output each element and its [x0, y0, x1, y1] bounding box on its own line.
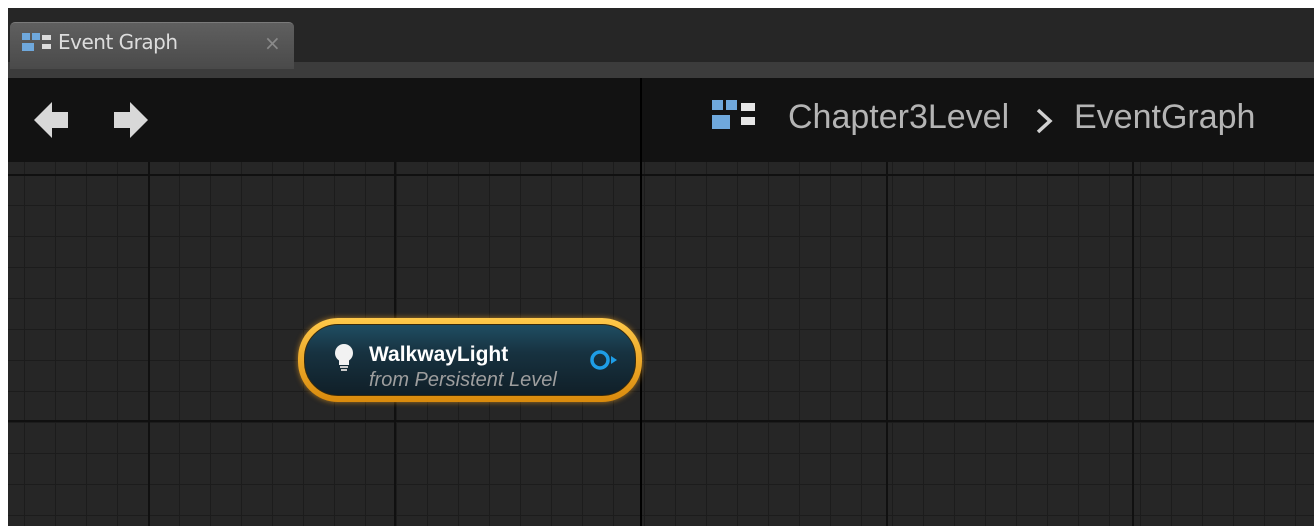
node-body: WalkwayLight from Persistent Level [304, 324, 636, 396]
event-graph-icon [712, 100, 755, 129]
graph-origin-axis [640, 78, 642, 526]
breadcrumb-item-graph[interactable]: EventGraph [1074, 98, 1255, 137]
lightbulb-icon [335, 344, 353, 371]
graph-toolbar: Chapter3Level EventGraph [8, 78, 1314, 162]
blueprint-editor-window: Event Graph × Chapter3Level EventGraph W… [8, 8, 1314, 526]
node-subtitle: from Persistent Level [369, 369, 557, 391]
tab-event-graph[interactable]: Event Graph × [10, 22, 294, 69]
object-pin-icon[interactable] [589, 347, 619, 373]
arrow-left-icon[interactable] [32, 98, 72, 142]
graph-canvas[interactable] [8, 162, 1314, 526]
tab-bar: Event Graph × [8, 8, 1314, 78]
tab-label: Event Graph [58, 30, 178, 54]
breadcrumb-item-level[interactable]: Chapter3Level [788, 98, 1009, 137]
node-title: WalkwayLight [369, 343, 509, 366]
arrow-right-icon[interactable] [110, 98, 150, 142]
chevron-right-icon [1036, 108, 1053, 134]
event-graph-icon [22, 33, 51, 51]
close-icon[interactable]: × [264, 31, 281, 55]
actor-reference-node[interactable]: WalkwayLight from Persistent Level [298, 318, 642, 402]
